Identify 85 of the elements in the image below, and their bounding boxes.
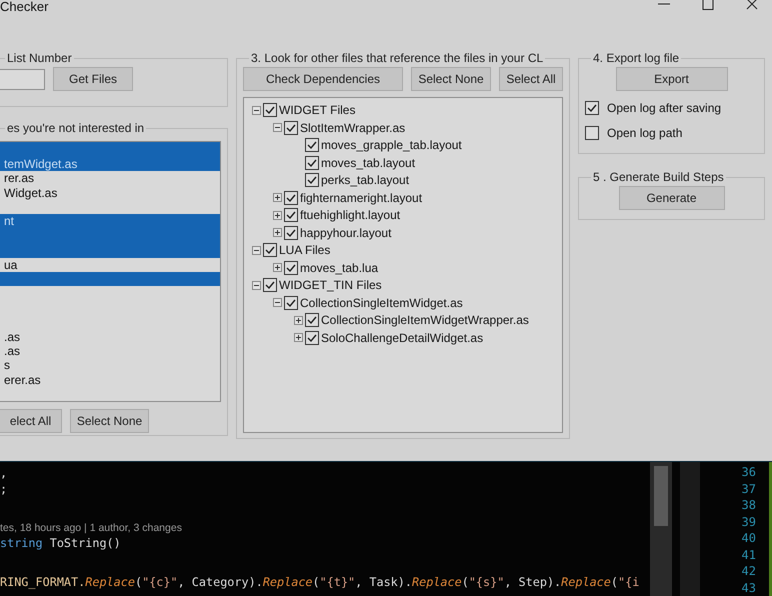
maximize-icon[interactable]: [702, 0, 714, 10]
checkbox[interactable]: [284, 260, 298, 275]
checkbox[interactable]: [585, 100, 599, 115]
select-all-button[interactable]: elect All: [0, 409, 62, 434]
collapse-icon[interactable]: [273, 123, 282, 132]
checkbox[interactable]: [305, 138, 319, 152]
expand-icon[interactable]: [273, 210, 282, 220]
export-button[interactable]: Export: [616, 67, 728, 92]
tree-item[interactable]: moves_grapple_tab.layout: [321, 138, 462, 152]
select-none-button[interactable]: Select None: [70, 409, 149, 434]
tree-item[interactable]: happyhour.layout: [300, 226, 392, 240]
expand-icon[interactable]: [273, 263, 282, 272]
checkbox[interactable]: [263, 278, 277, 292]
expand-icon[interactable]: [273, 193, 282, 202]
tree-item[interactable]: SlotItemWrapper.as: [300, 120, 406, 135]
check-dependencies-button[interactable]: Check Dependencies: [243, 67, 403, 92]
collapse-icon[interactable]: [252, 280, 261, 290]
checkbox[interactable]: [305, 330, 319, 345]
line-number: 38: [742, 497, 756, 514]
list-item[interactable]: .as: [0, 330, 220, 344]
tree-item[interactable]: fighternameright.layout: [300, 190, 422, 205]
group-title: 3. Look for other files that reference the files in your CL: [250, 51, 544, 66]
group-title: 5 . Generate Build Steps: [592, 170, 725, 184]
checkbox[interactable]: [284, 296, 298, 310]
tree-item[interactable]: WIDGET Files: [279, 103, 356, 118]
list-item[interactable]: nt: [0, 214, 220, 229]
checkbox[interactable]: [284, 190, 298, 205]
tree-item[interactable]: perks_tab.layout: [321, 173, 410, 188]
scroll-thumb[interactable]: [654, 466, 668, 526]
collapse-icon[interactable]: [252, 246, 261, 255]
checkbox-label[interactable]: Open log path: [607, 126, 682, 140]
tree-item[interactable]: moves_tab.lua: [300, 260, 378, 275]
list-item[interactable]: [0, 272, 220, 286]
expand-icon[interactable]: [294, 316, 303, 325]
checkbox[interactable]: [263, 103, 277, 118]
expand-icon[interactable]: [294, 333, 303, 342]
line-number: 39: [742, 514, 756, 530]
line-number: 36: [742, 464, 756, 480]
tree-item[interactable]: ftuehighlight.layout: [300, 208, 400, 222]
select-all-button[interactable]: Select All: [499, 67, 563, 92]
checkbox[interactable]: [305, 173, 319, 188]
list-item[interactable]: .as: [0, 344, 220, 358]
window-title: Checker: [0, 0, 48, 14]
line-number: 42: [742, 563, 756, 580]
input-field[interactable]: [0, 68, 45, 90]
checkbox[interactable]: [284, 120, 298, 135]
tree-item[interactable]: CollectionSingleItemWidgetWrapper.as: [321, 313, 529, 328]
checkbox-label[interactable]: Open log after saving: [607, 100, 722, 115]
code-line: ,: [0, 466, 8, 482]
checkbox[interactable]: [284, 226, 298, 240]
close-icon[interactable]: [746, 0, 758, 10]
checkbox[interactable]: [305, 313, 319, 328]
line-number: 37: [742, 480, 756, 497]
code-line: RING_FORMAT.Replace("{c}", Category).Replace("{t}", Task).Replace("{s}", Step).Replace("{i: [0, 574, 640, 590]
generate-button[interactable]: Generate: [618, 186, 724, 210]
checkbox[interactable]: [585, 126, 599, 140]
group-title: List Number: [6, 51, 73, 66]
select-none-button[interactable]: Select None: [411, 67, 491, 92]
list-item[interactable]: temWidget.as: [0, 156, 220, 172]
tree-item[interactable]: moves_tab.layout: [321, 156, 416, 170]
line-number: 43: [742, 580, 756, 596]
group-title: 4. Export log file: [592, 51, 680, 66]
checkbox[interactable]: [284, 208, 298, 222]
tree-item[interactable]: SoloChallengeDetailWidget.as: [321, 330, 484, 345]
tree-item[interactable]: WIDGET_TIN Files: [279, 278, 382, 292]
list-item[interactable]: erer.as: [0, 372, 220, 388]
checkbox[interactable]: [263, 243, 277, 258]
list-item[interactable]: Widget.as: [0, 186, 220, 200]
collapse-icon[interactable]: [252, 106, 261, 115]
get-files-button[interactable]: Get Files: [53, 67, 133, 92]
scrollbar[interactable]: [650, 462, 672, 596]
code-lens: tes, 18 hours ago | 1 author, 3 changes: [0, 521, 182, 536]
list-item[interactable]: s: [0, 358, 220, 373]
tree-item[interactable]: CollectionSingleItemWidget.as: [300, 296, 463, 310]
list-item[interactable]: rer.as: [0, 171, 220, 186]
line-number: 40: [742, 530, 756, 546]
line-number: 41: [742, 546, 756, 563]
expand-icon[interactable]: [273, 228, 282, 238]
code-line: ;: [0, 482, 8, 497]
checkbox[interactable]: [305, 156, 319, 170]
list-item[interactable]: ua: [0, 258, 220, 272]
collapse-icon[interactable]: [273, 298, 282, 308]
group-title: es you're not interested in: [6, 121, 146, 136]
tree-item[interactable]: LUA Files: [279, 243, 330, 258]
code-line: string ToString(): [0, 536, 121, 552]
